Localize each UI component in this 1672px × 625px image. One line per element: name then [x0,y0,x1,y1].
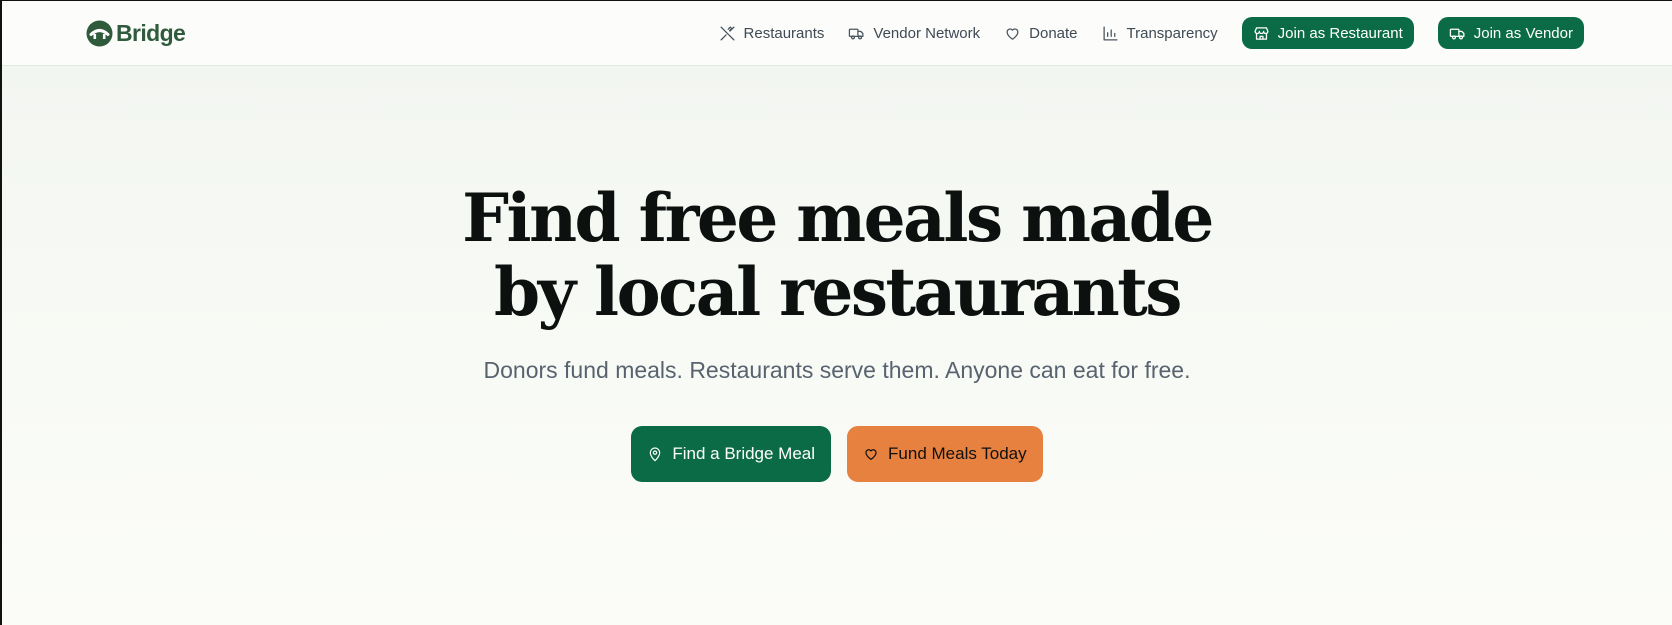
hero-title-line-1: Find free meals made [462,179,1214,257]
join-as-restaurant-button[interactable]: Join as Restaurant [1241,17,1414,49]
main-nav: Restaurants Vendor Network Donate Transp… [719,17,1584,49]
hero-title-line-2: by local restaurants [494,253,1182,331]
store-icon [1254,26,1269,40]
nav-link-transparency[interactable]: Transparency [1102,25,1218,42]
brand-name: Bridge [116,19,186,46]
nav-link-restaurants[interactable]: Restaurants [719,24,825,42]
button-label: Fund Meals Today [888,444,1027,463]
map-pin-icon [650,447,661,462]
hero-section: Find free meals made by local restaurant… [2,181,1672,482]
site-header: Bridge Restaurants Vendor Network Donate… [2,1,1672,66]
truck-icon [849,28,864,39]
cta-row: Find a Bridge Meal Fund Meals Today [2,426,1672,482]
brand-logo[interactable]: Bridge [86,19,186,47]
join-as-vendor-button[interactable]: Join as Vendor [1437,17,1584,49]
page: Bridge Restaurants Vendor Network Donate… [0,0,1672,625]
find-a-bridge-meal-button[interactable]: Find a Bridge Meal [631,426,832,482]
heart-icon [1006,27,1019,40]
button-label: Join as Vendor [1473,24,1573,42]
hero-title: Find free meals made by local restaurant… [2,181,1672,329]
truck-icon [1449,28,1465,39]
button-label: Find a Bridge Meal [672,444,816,463]
button-label: Join as Restaurant [1277,24,1403,42]
fund-meals-today-button[interactable]: Fund Meals Today [847,426,1043,482]
nav-link-vendor-network[interactable]: Vendor Network [848,25,980,42]
nav-link-label: Transparency [1126,24,1218,42]
utensils-crossed-icon [720,25,735,41]
nav-link-label: Donate [1029,24,1078,42]
nav-link-donate[interactable]: Donate [1004,24,1078,42]
bridge-logo-icon [86,20,113,46]
hero-subtitle: Donors fund meals. Restaurants serve the… [483,357,1191,383]
nav-link-label: Restaurants [743,24,825,42]
nav-link-label: Vendor Network [873,24,981,42]
heart-icon [865,449,877,460]
bar-chart-icon [1103,25,1118,41]
